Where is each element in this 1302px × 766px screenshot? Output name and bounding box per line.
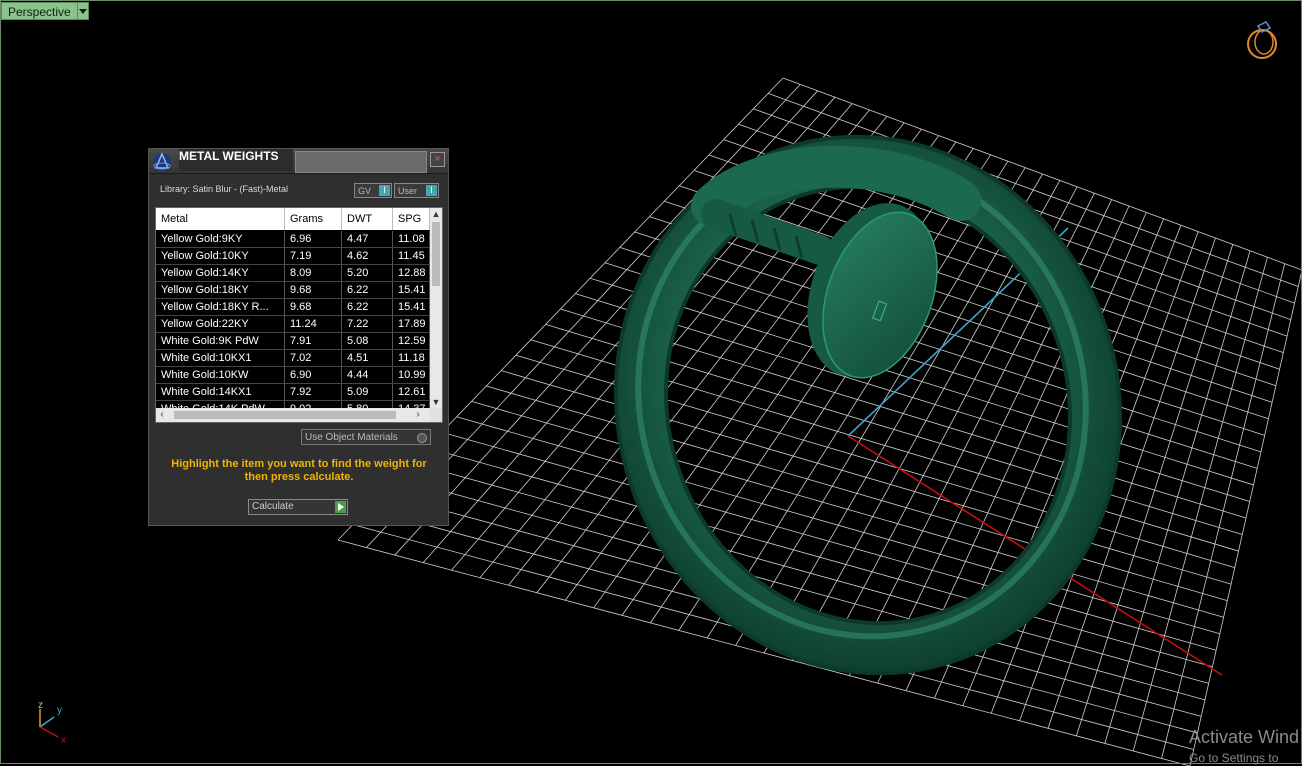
ring-model — [614, 134, 1122, 676]
table-row[interactable]: White Gold:14KX1 7.92 5.09 12.61 — [156, 384, 430, 401]
vertical-scroll-thumb[interactable] — [432, 222, 440, 286]
use-object-materials-label: Use Object Materials — [305, 432, 398, 443]
table-row[interactable]: Yellow Gold:14KY 8.09 5.20 12.88 — [156, 265, 430, 282]
metal-table[interactable]: Metal Grams DWT SPG Yellow Gold:9KY 6.96 4… — [155, 207, 443, 423]
close-icon[interactable]: × — [430, 152, 445, 167]
cell-dwt: 4.47 — [342, 231, 393, 247]
cell-metal: Yellow Gold:18KY — [156, 282, 285, 298]
cell-spg: 15.41 — [393, 282, 430, 298]
cell-dwt: 6.22 — [342, 282, 393, 298]
chevron-down-icon[interactable] — [77, 2, 89, 20]
cell-spg: 12.61 — [393, 384, 430, 400]
calculate-label: Calculate — [252, 501, 294, 512]
scroll-left-icon[interactable]: ‹ — [156, 408, 168, 422]
cell-spg: 12.59 — [393, 333, 430, 349]
cell-dwt: 4.51 — [342, 350, 393, 366]
cell-grams: 6.96 — [285, 231, 342, 247]
table-row[interactable]: White Gold:9K PdW 7.91 5.08 12.59 — [156, 333, 430, 350]
cell-dwt: 6.22 — [342, 299, 393, 315]
radio-icon[interactable] — [417, 433, 427, 443]
metal-weights-panel: METAL WEIGHTS × Library: Satin Blur - (F… — [148, 148, 449, 526]
viewport-label[interactable]: Perspective — [1, 2, 78, 20]
horizontal-scroll-thumb[interactable] — [174, 411, 396, 419]
column-header-grams[interactable]: Grams — [285, 208, 342, 230]
cell-grams: 7.19 — [285, 248, 342, 264]
table-row[interactable]: White Gold:10KW 6.90 4.44 10.99 — [156, 367, 430, 384]
panel-title: METAL WEIGHTS — [179, 149, 293, 171]
table-row[interactable]: Yellow Gold:18KY R... 9.68 6.22 15.41 — [156, 299, 430, 316]
column-header-metal[interactable]: Metal — [156, 208, 285, 230]
app-logo-icon — [153, 152, 171, 171]
user-toggle-indicator: I — [426, 185, 437, 196]
cell-spg: 11.08 — [393, 231, 430, 247]
table-header: Metal Grams DWT SPG — [156, 208, 430, 230]
axis-y-label: y — [57, 705, 62, 716]
cell-dwt: 5.08 — [342, 333, 393, 349]
table-row[interactable]: Yellow Gold:10KY 7.19 4.62 11.45 — [156, 248, 430, 265]
scroll-up-icon[interactable]: ▲ — [430, 208, 442, 220]
cell-metal: Yellow Gold:14KY — [156, 265, 285, 281]
gv-toggle[interactable]: GV I — [354, 183, 392, 198]
table-row[interactable]: Yellow Gold:18KY 9.68 6.22 15.41 — [156, 282, 430, 299]
activation-watermark: Activate Wind — [1189, 727, 1300, 747]
vertical-scrollbar[interactable]: ▲ ▼ — [430, 208, 442, 408]
user-toggle-label: User — [398, 186, 418, 196]
cell-metal: Yellow Gold:9KY — [156, 231, 285, 247]
axis-gizmo: z y x — [38, 700, 66, 746]
table-row[interactable]: White Gold:10KX1 7.02 4.51 11.18 — [156, 350, 430, 367]
cell-grams: 7.91 — [285, 333, 342, 349]
user-toggle[interactable]: User I — [394, 183, 439, 198]
scrollbar-corner — [430, 408, 442, 422]
panel-drag-handle[interactable] — [295, 151, 427, 173]
cell-grams: 11.24 — [285, 316, 342, 332]
cell-grams: 6.90 — [285, 367, 342, 383]
scroll-down-icon[interactable]: ▼ — [430, 396, 442, 408]
table-row[interactable]: Yellow Gold:22KY 11.24 7.22 17.89 — [156, 316, 430, 333]
cell-grams: 9.68 — [285, 299, 342, 315]
calculate-button[interactable]: Calculate — [248, 499, 348, 515]
cell-spg: 10.99 — [393, 367, 430, 383]
cell-dwt: 5.20 — [342, 265, 393, 281]
cell-spg: 15.41 — [393, 299, 430, 315]
horizontal-scrollbar[interactable]: ‹ › — [156, 408, 430, 422]
cell-grams: 9.68 — [285, 282, 342, 298]
instruction-text: Highlight the item you want to find the … — [171, 458, 427, 483]
table-row[interactable]: Yellow Gold:9KY 6.96 4.47 11.08 — [156, 231, 430, 248]
activation-watermark-sub: Go to Settings to — [1189, 751, 1279, 765]
axis-z-label: z — [38, 700, 43, 711]
cell-grams: 7.02 — [285, 350, 342, 366]
cell-metal: White Gold:10KW — [156, 367, 285, 383]
cell-grams: 8.09 — [285, 265, 342, 281]
cell-spg: 17.89 — [393, 316, 430, 332]
cell-spg: 11.18 — [393, 350, 430, 366]
column-header-spg[interactable]: SPG — [393, 208, 430, 230]
cell-dwt: 7.22 — [342, 316, 393, 332]
use-object-materials-toggle[interactable]: Use Object Materials — [301, 429, 431, 445]
play-icon[interactable] — [335, 501, 346, 513]
gv-toggle-indicator: I — [379, 185, 390, 196]
library-label: Library: Satin Blur - (Fast)-Metal — [160, 184, 289, 194]
cell-spg: 12.88 — [393, 265, 430, 281]
gv-toggle-label: GV — [358, 186, 372, 196]
ring-navigation-icon[interactable] — [1242, 18, 1282, 62]
viewport-label-menu[interactable]: Perspective — [1, 2, 89, 20]
cell-metal: Yellow Gold:22KY — [156, 316, 285, 332]
cell-dwt: 5.09 — [342, 384, 393, 400]
cell-dwt: 4.44 — [342, 367, 393, 383]
cell-spg: 11.45 — [393, 248, 430, 264]
cell-metal: White Gold:14KX1 — [156, 384, 285, 400]
column-header-dwt[interactable]: DWT — [342, 208, 393, 230]
table-body: Yellow Gold:9KY 6.96 4.47 11.08 Yellow Gold… — [156, 231, 430, 418]
cell-metal: White Gold:9K PdW — [156, 333, 285, 349]
cell-dwt: 4.62 — [342, 248, 393, 264]
scroll-right-icon[interactable]: › — [412, 408, 424, 422]
cell-metal: White Gold:10KX1 — [156, 350, 285, 366]
panel-title-bar[interactable]: METAL WEIGHTS × — [149, 149, 448, 174]
cell-metal: Yellow Gold:18KY R... — [156, 299, 285, 315]
axis-x-label: x — [61, 735, 66, 746]
cell-metal: Yellow Gold:10KY — [156, 248, 285, 264]
cell-grams: 7.92 — [285, 384, 342, 400]
